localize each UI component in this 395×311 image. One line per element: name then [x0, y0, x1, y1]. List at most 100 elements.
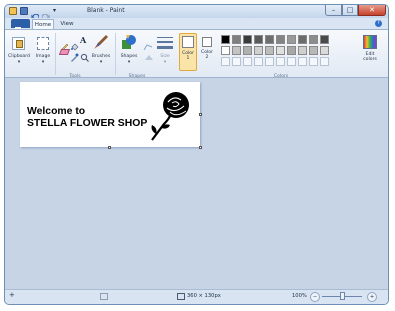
image-dropdown-icon[interactable]: ▾: [33, 60, 53, 65]
palette-swatch[interactable]: [276, 35, 285, 44]
palette-swatch[interactable]: [232, 35, 241, 44]
resize-handle-corner[interactable]: [199, 146, 202, 149]
color2-button[interactable]: Color 2: [199, 33, 217, 71]
palette-custom-slot[interactable]: [221, 57, 230, 66]
palette-custom-slot[interactable]: [243, 57, 252, 66]
tools-group: A Brushes ▾ Tools: [57, 31, 113, 79]
palette-swatch[interactable]: [287, 35, 296, 44]
shapes-dropdown-icon[interactable]: ▾: [117, 60, 141, 65]
pencil-icon[interactable]: [60, 37, 69, 52]
clipboard-label[interactable]: Clipboard: [7, 54, 31, 59]
resize-handle-right[interactable]: [199, 113, 202, 116]
window-title: Blank - Paint: [87, 7, 125, 14]
canvas-area[interactable]: Welcome to STELLA FLOWER SHOP: [5, 78, 388, 292]
image-group: Image ▾: [33, 31, 53, 77]
palette-swatch[interactable]: [320, 46, 329, 55]
palette-custom-slot[interactable]: [309, 57, 318, 66]
edit-colors-icon[interactable]: [363, 35, 377, 49]
palette-custom-slot[interactable]: [276, 57, 285, 66]
palette-swatch[interactable]: [287, 46, 296, 55]
customize-quick-access-icon[interactable]: ▾: [53, 7, 61, 15]
palette-swatch[interactable]: [221, 35, 230, 44]
palette-swatch[interactable]: [254, 35, 263, 44]
clipboard-group: Clipboard ▾: [7, 31, 31, 77]
separator: [55, 33, 56, 75]
brushes-label[interactable]: Brushes: [89, 54, 113, 59]
tab-view[interactable]: View: [58, 19, 76, 29]
image-canvas[interactable]: Welcome to STELLA FLOWER SHOP: [20, 82, 202, 149]
palette-swatch[interactable]: [243, 35, 252, 44]
status-bar: + 360 × 130px 100% − +: [5, 289, 388, 304]
brushes-icon[interactable]: [93, 34, 109, 50]
close-button[interactable]: ✕: [358, 5, 386, 16]
shapes-label[interactable]: Shapes: [117, 54, 141, 59]
rose-icon: [151, 92, 189, 141]
image-label[interactable]: Image: [33, 54, 53, 59]
size-label[interactable]: Size: [155, 54, 175, 59]
palette-swatch[interactable]: [221, 46, 230, 55]
clipboard-icon[interactable]: [12, 37, 25, 50]
palette-custom-slot[interactable]: [287, 57, 296, 66]
palette-swatch[interactable]: [276, 46, 285, 55]
image-select-icon[interactable]: [37, 37, 49, 50]
color2-swatch: [202, 37, 212, 47]
zoom-out-button[interactable]: −: [310, 292, 320, 302]
zoom-level-text: 100%: [292, 293, 307, 299]
resize-handle-bottom[interactable]: [108, 146, 111, 149]
palette-swatch[interactable]: [254, 46, 263, 55]
canvas-text-line2: STELLA FLOWER SHOP: [27, 118, 148, 129]
colors-group: Color 1 Color 2 Edit colors Colors: [177, 31, 385, 79]
size-icon[interactable]: [157, 35, 173, 51]
edit-colors-label[interactable]: Edit colors: [357, 52, 383, 62]
palette-swatch[interactable]: [243, 46, 252, 55]
zoom-slider-thumb[interactable]: [340, 292, 345, 300]
separator: [115, 33, 116, 75]
paint-window: ▾ Blank - Paint – □ ✕ Home View ? Clipbo…: [4, 4, 389, 305]
fill-icon[interactable]: [70, 37, 79, 51]
outline-icon[interactable]: [143, 36, 154, 51]
palette-swatch[interactable]: [309, 35, 318, 44]
paint-menu-button[interactable]: [11, 19, 30, 32]
palette-swatch[interactable]: [265, 46, 274, 55]
tab-home[interactable]: Home: [32, 19, 54, 29]
palette-swatch[interactable]: [320, 35, 329, 44]
color-picker-icon[interactable]: [70, 47, 79, 62]
palette-swatch[interactable]: [265, 35, 274, 44]
ribbon: Clipboard ▾ Image ▾ A Brushes ▾ Tools Sh…: [5, 29, 388, 79]
color1-label: Color 1: [182, 51, 194, 61]
redo-icon[interactable]: [41, 7, 50, 21]
save-icon[interactable]: [20, 7, 28, 15]
palette-swatch[interactable]: [309, 46, 318, 55]
paint-app-icon[interactable]: [9, 7, 17, 15]
help-icon[interactable]: ?: [375, 20, 382, 27]
minimize-button[interactable]: –: [325, 5, 342, 16]
shapes-icon[interactable]: [121, 34, 137, 50]
selection-size-icon: [100, 293, 108, 302]
palette-custom-slot[interactable]: [232, 57, 241, 66]
palette-swatch[interactable]: [298, 46, 307, 55]
title-bar: ▾ Blank - Paint – □ ✕: [5, 5, 388, 21]
palette-custom-slot[interactable]: [254, 57, 263, 66]
size-dropdown-icon[interactable]: ▾: [155, 60, 175, 65]
palette-swatch[interactable]: [298, 35, 307, 44]
color1-swatch: [182, 36, 194, 48]
maximize-button[interactable]: □: [342, 5, 358, 16]
undo-icon[interactable]: [31, 7, 40, 21]
cursor-position-icon: +: [9, 291, 15, 299]
ribbon-tabs: Home View ?: [5, 18, 388, 32]
palette-swatch[interactable]: [232, 46, 241, 55]
text-icon[interactable]: A: [80, 36, 89, 45]
zoom-in-button[interactable]: +: [367, 292, 377, 302]
color2-label: Color 2: [201, 50, 213, 60]
palette-custom-slot[interactable]: [320, 57, 329, 66]
brushes-dropdown-icon[interactable]: ▾: [89, 60, 113, 65]
color1-button[interactable]: Color 1: [179, 33, 197, 71]
palette-custom-slot[interactable]: [298, 57, 307, 66]
canvas-text-line1: Welcome to: [27, 106, 86, 117]
fill-shape-icon[interactable]: [143, 46, 154, 60]
color-palette: [221, 35, 331, 69]
magnifier-icon[interactable]: [80, 47, 89, 62]
palette-custom-slot[interactable]: [265, 57, 274, 66]
eraser-icon[interactable]: [58, 49, 71, 55]
clipboard-dropdown-icon[interactable]: ▾: [7, 60, 31, 65]
